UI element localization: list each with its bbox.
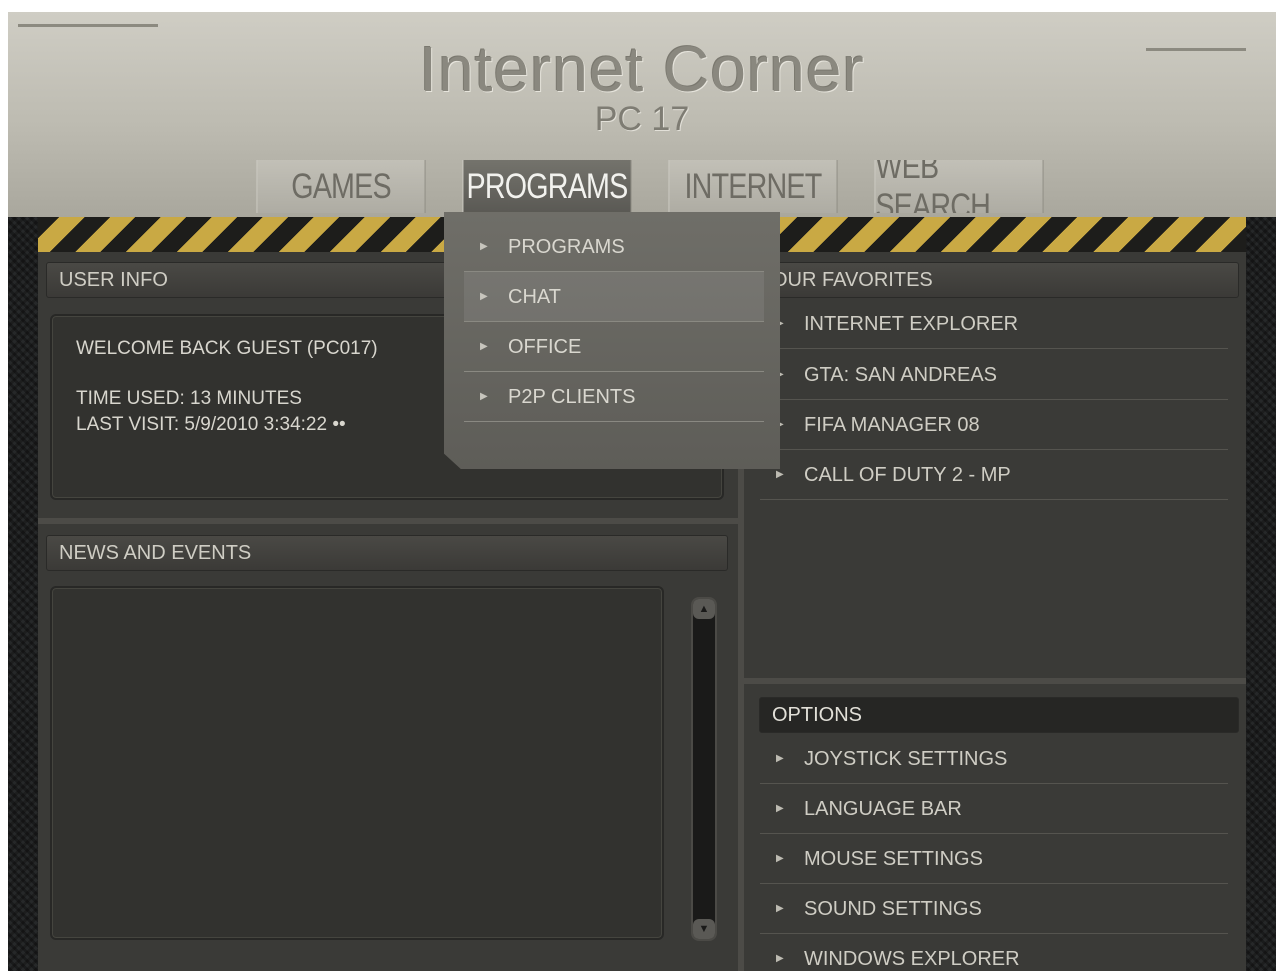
frame-left-border <box>8 162 38 971</box>
options-header: OPTIONS <box>759 697 1239 733</box>
tab-programs[interactable]: PROGRAMS <box>462 160 632 213</box>
scroll-up-icon[interactable]: ▲ <box>693 599 715 619</box>
last-visit-text: LAST VISIT: 5/9/2010 3:34:22 •• <box>76 414 346 435</box>
menu-item-programs[interactable]: ▶ PROGRAMS <box>464 222 764 272</box>
option-label: LANGUAGE BAR <box>804 798 962 820</box>
right-row-divider <box>744 678 1246 684</box>
menu-item-office[interactable]: ▶ OFFICE <box>464 322 764 372</box>
welcome-text: WELCOME BACK GUEST (PC017) <box>76 338 378 359</box>
menu-item-label: PROGRAMS <box>508 236 625 258</box>
favorite-label: GTA: SAN ANDREAS <box>804 364 998 386</box>
triangle-right-icon: ▶ <box>480 341 488 352</box>
header-bevel-left <box>18 24 158 27</box>
favorite-label: FIFA MANAGER 08 <box>804 414 980 436</box>
option-label: WINDOWS EXPLORER <box>804 948 1020 970</box>
option-item[interactable]: ▶ MOUSE SETTINGS <box>760 834 1228 884</box>
favorite-label: INTERNET EXPLORER <box>804 313 1019 335</box>
favorites-header: OUR FAVORITES <box>759 262 1239 298</box>
triangle-right-icon: ▶ <box>776 853 784 864</box>
option-item[interactable]: ▶ JOYSTICK SETTINGS <box>760 734 1228 784</box>
programs-dropdown-menu: ▶ PROGRAMS ▶ CHAT ▶ OFFICE ▶ P2P CLIENTS <box>444 212 780 469</box>
main-tabs: GAMES PROGRAMS INTERNET WEB SEARCH <box>238 160 1062 213</box>
page-title: Internet Corner <box>419 33 865 105</box>
favorite-item[interactable]: ▶INTERNET EXPLORER <box>760 299 1228 349</box>
pc-label: PC 17 <box>594 100 690 138</box>
option-label: SOUND SETTINGS <box>804 898 982 920</box>
favorite-item[interactable]: ▶FIFA MANAGER 08 <box>760 400 1228 450</box>
tab-internet[interactable]: INTERNET <box>668 160 838 213</box>
option-label: JOYSTICK SETTINGS <box>804 748 1008 770</box>
triangle-right-icon: ▶ <box>480 241 488 252</box>
option-label: MOUSE SETTINGS <box>804 848 983 870</box>
left-row-divider <box>38 518 738 524</box>
news-box <box>50 586 664 940</box>
header: Internet Corner PC 17 GAMES PROGRAMS INT… <box>8 12 1276 217</box>
option-item[interactable]: ▶ LANGUAGE BAR <box>760 784 1228 834</box>
news-header: NEWS AND EVENTS <box>46 535 728 571</box>
favorite-item[interactable]: ▶ CALL OF DUTY 2 - MP <box>760 450 1228 500</box>
option-item[interactable]: ▶ SOUND SETTINGS <box>760 884 1228 934</box>
triangle-right-icon: ▶ <box>776 903 784 914</box>
option-item[interactable]: ▶ WINDOWS EXPLORER <box>760 934 1228 971</box>
news-scrollbar[interactable]: ▲ ▼ <box>691 597 717 941</box>
triangle-right-icon: ▶ <box>776 753 784 764</box>
frame-right-border <box>1246 162 1276 971</box>
menu-item-p2p-clients[interactable]: ▶ P2P CLIENTS <box>464 372 764 422</box>
tab-web-search[interactable]: WEB SEARCH <box>874 160 1044 213</box>
triangle-right-icon: ▶ <box>776 953 784 964</box>
favorite-item[interactable]: ▶GTA: SAN ANDREAS <box>760 350 1228 400</box>
menu-item-chat[interactable]: ▶ CHAT <box>464 272 764 322</box>
tab-games[interactable]: GAMES <box>256 160 426 213</box>
menu-item-label: CHAT <box>508 286 561 308</box>
triangle-right-icon: ▶ <box>480 291 488 302</box>
triangle-right-icon: ▶ <box>480 391 488 402</box>
triangle-right-icon: ▶ <box>776 803 784 814</box>
menu-item-label: P2P CLIENTS <box>508 386 636 408</box>
app-window: USER INFO WELCOME BACK GUEST (PC017) TIM… <box>8 12 1276 971</box>
menu-item-label: OFFICE <box>508 336 582 358</box>
time-used-text: TIME USED: 13 MINUTES <box>76 388 302 409</box>
favorite-label: CALL OF DUTY 2 - MP <box>804 464 1011 486</box>
scroll-down-icon[interactable]: ▼ <box>693 919 715 939</box>
